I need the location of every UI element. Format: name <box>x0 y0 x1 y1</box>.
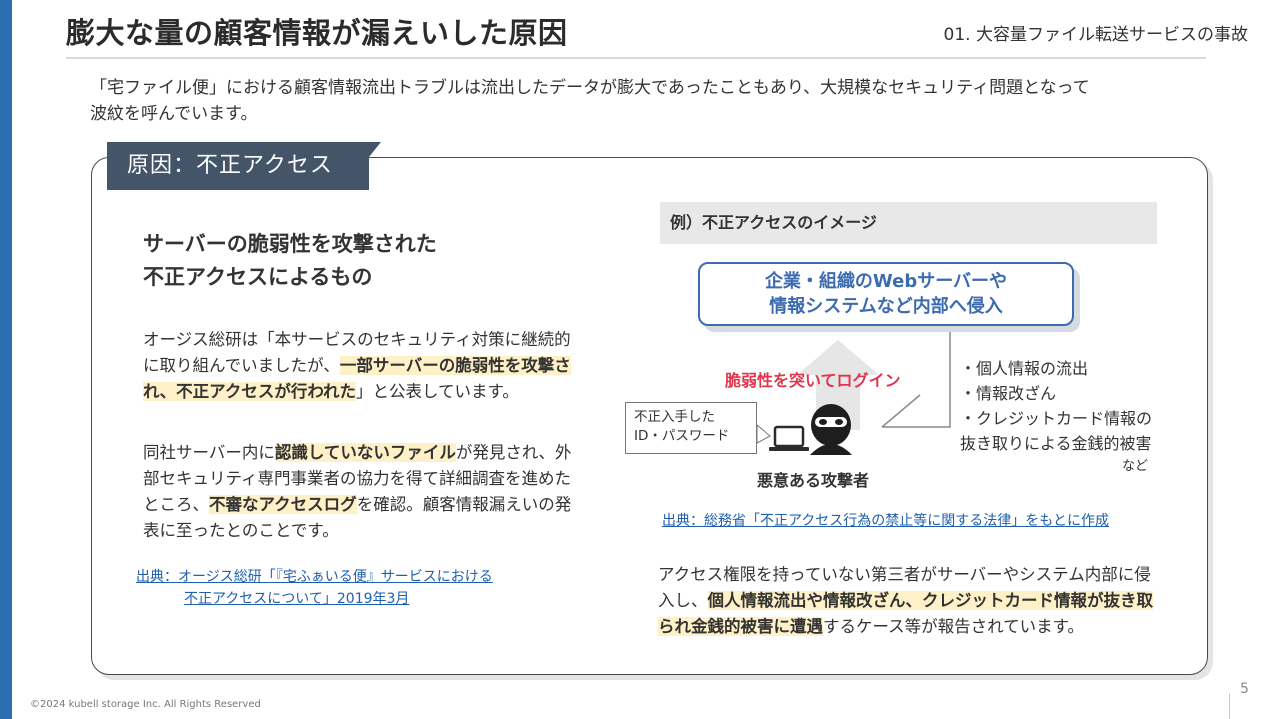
unauthorized-access-paragraph: アクセス権限を持っていない第三者がサーバーやシステム内部に侵入し、個人情報流出や… <box>658 562 1154 640</box>
damage-item: ・クレジットカード情報の <box>960 409 1153 428</box>
page-title: 膨大な量の顧客情報が漏えいした原因 <box>66 16 568 50</box>
title-divider <box>66 57 1206 59</box>
target-callout-line-2: 情報システムなど内部へ侵入 <box>769 296 1003 317</box>
cause-heading: サーバーの脆弱性を攻撃された 不正アクセスによるもの <box>143 228 437 294</box>
investigation-paragraph: 同社サーバー内に認識していないファイルが発見され、外部セキュリティ専門事業者の協… <box>143 440 575 544</box>
source-link-line-2[interactable]: 不正アクセスについて」2019年3月 <box>136 588 493 610</box>
source-link-line-1[interactable]: 出典：オージス総研「『宅ふぁいる便』サービスにおける <box>136 566 493 588</box>
text-span: するケース等が報告されています。 <box>823 617 1085 636</box>
damage-list: ・個人情報の流出 ・情報改ざん ・クレジットカード情報の 抜き取りによる金銭的被… <box>960 356 1152 478</box>
section-label: 01. 大容量ファイル転送サービスの事故 <box>943 25 1248 45</box>
lead-text: 「宅ファイル便」における顧客情報流出トラブルは流出したデータが膨大であったことも… <box>90 75 1210 127</box>
lead-line-1: 「宅ファイル便」における顧客情報流出トラブルは流出したデータが膨大であったことも… <box>90 78 1090 98</box>
credentials-line-1: 不正入手した <box>634 409 715 425</box>
damage-etc: など <box>1122 459 1149 474</box>
exploit-label: 脆弱性を突いてログイン <box>725 371 901 390</box>
credentials-line-2: ID・パスワード <box>634 428 730 444</box>
text-span: 」と公表しています。 <box>356 382 519 401</box>
cause-heading-line-1: サーバーの脆弱性を攻撃された <box>143 232 437 256</box>
example-heading: 例）不正アクセスのイメージ <box>660 202 1157 244</box>
damage-item: ・個人情報の流出 <box>960 359 1089 378</box>
highlight-text: 不審なアクセスログ <box>209 495 357 514</box>
attacker-label: 悪意ある攻撃者 <box>757 471 870 490</box>
text-span: 同社サーバー内に <box>143 443 275 462</box>
left-accent-bar <box>0 0 12 719</box>
laptop-icon <box>769 425 809 451</box>
cause-heading-line-2: 不正アクセスによるもの <box>143 265 373 289</box>
source-link-soumu[interactable]: 出典：総務省「不正アクセス行為の禁止等に関する法律」をもとに作成 <box>662 510 1109 530</box>
credentials-box: 不正入手した ID・パスワード <box>625 402 757 454</box>
page-number: 5 <box>1240 681 1249 697</box>
diagonal-arrow-icon <box>881 394 921 428</box>
source-link-ogis[interactable]: 出典：オージス総研「『宅ふぁいる便』サービスにおける 不正アクセスについて」20… <box>136 566 493 610</box>
cause-tab: 原因：不正アクセス <box>107 142 369 190</box>
damage-item: 抜き取りによる金銭的被害 <box>960 434 1152 453</box>
copyright: ©2024 kubell storage Inc. All Rights Res… <box>30 699 261 710</box>
page-number-divider <box>1229 693 1230 719</box>
lead-line-2: 波紋を呼んでいます。 <box>90 104 258 124</box>
ogis-statement-paragraph: オージス総研は「本サービスのセキュリティ対策に継続的に取り組んでいましたが、一部… <box>143 327 575 405</box>
damage-item: ・情報改ざん <box>960 384 1057 403</box>
target-callout: 企業・組織のWebサーバーや 情報システムなど内部へ侵入 <box>698 262 1074 326</box>
callout-pointer-icon <box>756 423 771 444</box>
highlight-text: 認識していないファイル <box>274 443 456 462</box>
cause-tab-notch <box>369 142 381 157</box>
target-callout-line-1: 企業・組織のWebサーバーや <box>764 271 1008 292</box>
attacker-icon <box>810 404 852 455</box>
